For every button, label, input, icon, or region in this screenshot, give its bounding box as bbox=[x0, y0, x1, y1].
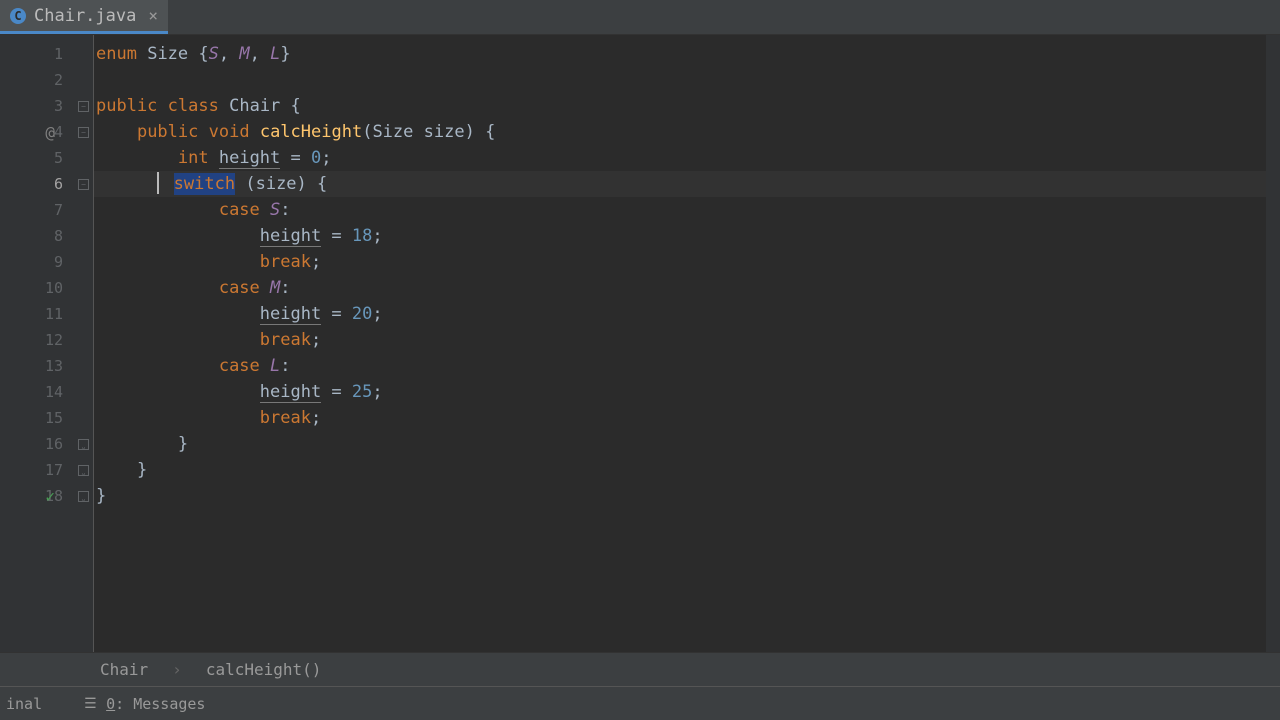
code-line[interactable]: height = 20; bbox=[94, 301, 1280, 327]
list-icon: ☰ bbox=[84, 696, 98, 712]
code-line[interactable]: case L: bbox=[94, 353, 1280, 379]
line-number[interactable]: 16⎵ bbox=[0, 431, 93, 457]
fold-icon[interactable]: − bbox=[78, 101, 89, 112]
fold-end-icon[interactable]: ⎵ bbox=[78, 439, 89, 450]
code-line[interactable]: public class Chair { bbox=[94, 93, 1280, 119]
fold-end-icon[interactable]: ⎵ bbox=[78, 465, 89, 476]
fold-icon[interactable]: − bbox=[78, 179, 89, 190]
line-number[interactable]: 12 bbox=[0, 327, 93, 353]
tab-bar: C Chair.java × bbox=[0, 0, 1280, 35]
line-number[interactable]: 3− bbox=[0, 93, 93, 119]
line-number[interactable]: 10 bbox=[0, 275, 93, 301]
messages-label: : Messages bbox=[115, 695, 205, 713]
line-number[interactable]: 13 bbox=[0, 353, 93, 379]
text-cursor bbox=[157, 172, 159, 194]
line-number[interactable]: 6− bbox=[0, 171, 93, 197]
file-tab[interactable]: C Chair.java × bbox=[0, 0, 168, 34]
line-number[interactable]: 17⎵ bbox=[0, 457, 93, 483]
code-line[interactable]: height = 18; bbox=[94, 223, 1280, 249]
line-number[interactable]: 15 bbox=[0, 405, 93, 431]
code-line[interactable] bbox=[94, 67, 1280, 93]
fold-end-icon[interactable]: ⎵ bbox=[78, 491, 89, 502]
gutter: 1 2 3− 4@− 5 6− 7 8 9 10 11 12 13 14 15 … bbox=[0, 35, 94, 652]
line-number[interactable]: 5 bbox=[0, 145, 93, 171]
line-number[interactable]: 7 bbox=[0, 197, 93, 223]
terminal-tool-button[interactable]: inal bbox=[0, 695, 48, 713]
code-line[interactable]: case S: bbox=[94, 197, 1280, 223]
code-line[interactable]: } bbox=[94, 457, 1280, 483]
line-number[interactable]: 1 bbox=[0, 41, 93, 67]
code-line[interactable]: break; bbox=[94, 249, 1280, 275]
terminal-label: inal bbox=[6, 695, 42, 713]
line-number[interactable]: 4@− bbox=[0, 119, 93, 145]
fold-icon[interactable]: − bbox=[78, 127, 89, 138]
tab-filename: Chair.java bbox=[34, 6, 136, 26]
code-line[interactable]: } bbox=[94, 483, 1280, 509]
breadcrumb-class[interactable]: Chair bbox=[100, 660, 148, 679]
close-icon[interactable]: × bbox=[148, 6, 158, 25]
code-line[interactable]: int height = 0; bbox=[94, 145, 1280, 171]
line-number[interactable]: 14 bbox=[0, 379, 93, 405]
messages-tool-button[interactable]: ☰ 0: Messages bbox=[78, 695, 211, 713]
line-number[interactable]: 8 bbox=[0, 223, 93, 249]
check-icon: ✓ bbox=[45, 487, 55, 506]
code-line[interactable]: break; bbox=[94, 405, 1280, 431]
code-line[interactable]: height = 25; bbox=[94, 379, 1280, 405]
line-number[interactable]: 11 bbox=[0, 301, 93, 327]
code-line[interactable]: public void calcHeight(Size size) { bbox=[94, 119, 1280, 145]
editor-right-margin bbox=[1266, 35, 1280, 652]
override-icon[interactable]: @ bbox=[45, 123, 55, 142]
java-class-icon: C bbox=[10, 8, 26, 24]
tool-window-bar: inal ☰ 0: Messages bbox=[0, 686, 1280, 720]
editor: 1 2 3− 4@− 5 6− 7 8 9 10 11 12 13 14 15 … bbox=[0, 35, 1280, 652]
messages-number: 0 bbox=[106, 695, 115, 713]
breadcrumb: Chair › calcHeight() bbox=[0, 652, 1280, 686]
code-line[interactable]: enum Size {S, M, L} bbox=[94, 41, 1280, 67]
code-line[interactable]: break; bbox=[94, 327, 1280, 353]
code-line[interactable]: case M: bbox=[94, 275, 1280, 301]
code-line[interactable]: switch (size) { bbox=[94, 171, 1280, 197]
line-number[interactable]: 9 bbox=[0, 249, 93, 275]
line-number[interactable]: 2 bbox=[0, 67, 93, 93]
chevron-right-icon: › bbox=[172, 660, 182, 679]
breadcrumb-method[interactable]: calcHeight() bbox=[206, 660, 322, 679]
line-number[interactable]: 18✓⎵ bbox=[0, 483, 93, 509]
code-area[interactable]: enum Size {S, M, L} public class Chair {… bbox=[94, 35, 1280, 652]
code-line[interactable]: } bbox=[94, 431, 1280, 457]
